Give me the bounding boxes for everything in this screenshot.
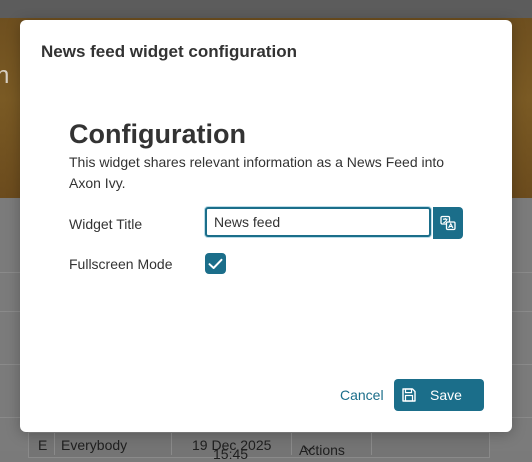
row-separator: [54, 433, 55, 455]
configuration-heading: Configuration: [69, 119, 246, 149]
fullscreen-mode-label: Fullscreen Mode: [69, 256, 173, 272]
row-separator: [171, 433, 172, 455]
cancel-button[interactable]: Cancel: [340, 387, 384, 403]
save-button[interactable]: Save: [394, 379, 484, 411]
translate-icon: [440, 215, 456, 231]
configuration-description: This widget shares relevant information …: [69, 154, 445, 191]
background-table-row: E Everybody 19 Dec 2025 15:45 Actions: [28, 432, 490, 462]
dialog-title: News feed widget configuration: [41, 42, 297, 61]
background-top-bar: [0, 0, 532, 18]
widget-configuration-dialog: News feed widget configuration Configura…: [20, 20, 512, 432]
translate-button[interactable]: [433, 207, 463, 239]
save-button-label: Save: [430, 387, 462, 403]
row-separator: [371, 433, 372, 455]
row-time: 15:45: [213, 446, 249, 462]
fullscreen-mode-checkbox[interactable]: [205, 253, 226, 274]
row-separator: [291, 433, 292, 455]
background-banner-text: n: [0, 62, 10, 89]
widget-title-input[interactable]: [205, 207, 431, 237]
widget-title-label: Widget Title: [69, 216, 143, 232]
checkmark-icon: [208, 258, 223, 269]
save-icon: [402, 388, 416, 402]
